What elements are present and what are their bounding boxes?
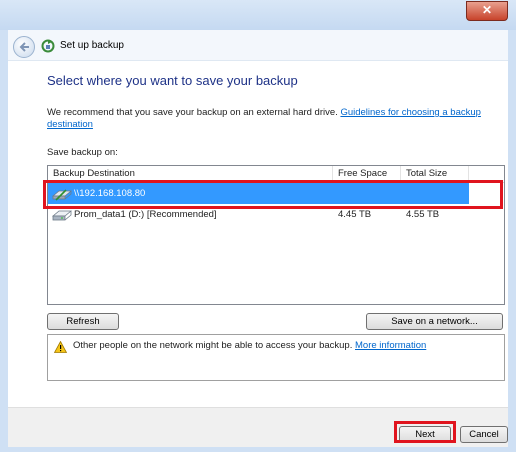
- back-arrow-icon: [19, 42, 29, 52]
- warning-message: Other people on the network might be abl…: [73, 340, 426, 351]
- backup-destination-list[interactable]: Backup Destination Free Space Total Size…: [47, 165, 505, 305]
- page-title: Select where you want to save your backu…: [47, 73, 298, 88]
- close-button[interactable]: ✕: [466, 1, 508, 21]
- destination-name: \\192.168.108.80: [74, 188, 146, 199]
- title-bar: ✕: [0, 0, 516, 30]
- hard-drive-icon: [52, 210, 72, 221]
- next-button-highlight: [394, 421, 456, 443]
- destination-name: Prom_data1 (D:) [Recommended]: [74, 209, 217, 220]
- backup-icon: [41, 39, 55, 53]
- warning-box: Other people on the network might be abl…: [47, 334, 505, 381]
- column-header-free-space[interactable]: Free Space: [333, 166, 401, 182]
- backup-window: ✕ Set up backup Select where you want to…: [0, 0, 516, 452]
- list-item-prom-data1[interactable]: Prom_data1 (D:) [Recommended] 4.45 TB 4.…: [48, 204, 469, 225]
- refresh-button[interactable]: Refresh: [47, 313, 119, 330]
- recommendation-text: We recommend that you save your backup o…: [47, 107, 502, 131]
- save-on-network-button[interactable]: Save on a network...: [366, 313, 503, 330]
- navigation-bar: Set up backup: [8, 30, 508, 61]
- cancel-button[interactable]: Cancel: [460, 426, 508, 443]
- list-item-network-location[interactable]: \\192.168.108.80: [48, 183, 469, 204]
- warning-text: Other people on the network might be abl…: [73, 340, 355, 351]
- list-header: Backup Destination Free Space Total Size: [48, 166, 504, 183]
- window-title: Set up backup: [60, 40, 124, 51]
- back-button[interactable]: [13, 36, 35, 58]
- warning-icon: [54, 341, 67, 353]
- button-bar: Next Cancel: [8, 407, 508, 447]
- recommendation-body: We recommend that you save your backup o…: [47, 107, 341, 118]
- column-header-total-size[interactable]: Total Size: [401, 166, 469, 182]
- save-backup-label: Save backup on:: [47, 147, 118, 158]
- content-area: Select where you want to save your backu…: [8, 61, 508, 407]
- total-size-value: 4.55 TB: [406, 209, 440, 220]
- free-space-value: 4.45 TB: [338, 209, 372, 220]
- more-information-link[interactable]: More information: [355, 340, 426, 351]
- network-drive-icon: [52, 189, 72, 201]
- column-header-destination[interactable]: Backup Destination: [48, 166, 333, 182]
